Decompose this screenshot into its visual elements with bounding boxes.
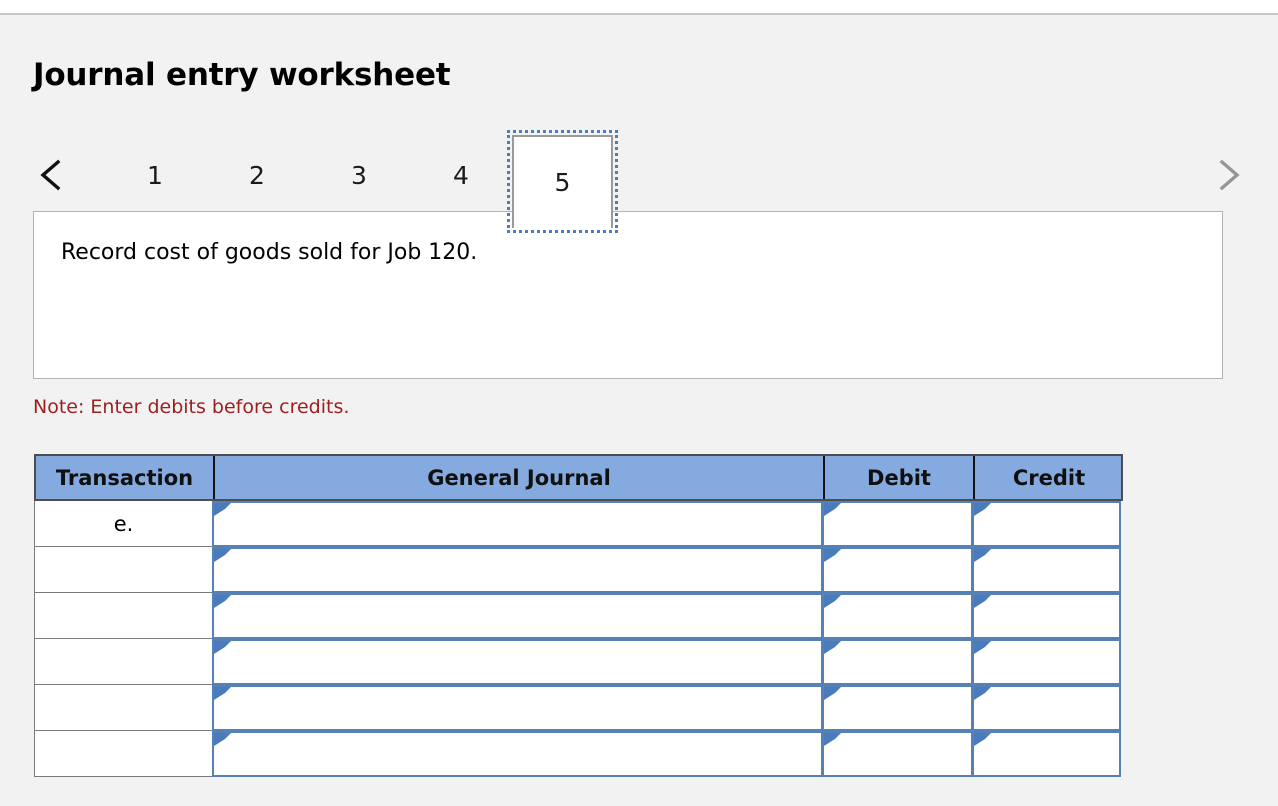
- transaction-label-cell: [34, 593, 213, 639]
- debit-input-row-4[interactable]: [822, 639, 973, 685]
- debit-input-row-2[interactable]: [822, 547, 973, 593]
- credit-input-row-4[interactable]: [972, 639, 1121, 685]
- chevron-right-icon: [1213, 157, 1243, 193]
- tab-5[interactable]: 5: [507, 130, 618, 233]
- tab-label: 2: [249, 160, 265, 190]
- debits-before-credits-note: Note: Enter debits before credits.: [33, 396, 350, 418]
- credit-input-row-6[interactable]: [972, 731, 1121, 777]
- account-title-input-row-4[interactable]: [212, 639, 823, 685]
- table-row: [34, 593, 1123, 639]
- tab-1[interactable]: 1: [121, 147, 189, 203]
- transaction-description-text: Record cost of goods sold for Job 120.: [61, 240, 478, 265]
- transaction-label-cell: [34, 639, 213, 685]
- transaction-description-box: Record cost of goods sold for Job 120.: [33, 211, 1223, 379]
- chevron-left-icon: [36, 157, 66, 193]
- transaction-label-cell: [34, 547, 213, 593]
- credit-input-row-1[interactable]: [972, 501, 1121, 547]
- column-header-label: Debit: [867, 465, 931, 490]
- tab-label: 5: [554, 168, 571, 197]
- column-header-credit: Credit: [975, 456, 1123, 499]
- column-header-general-journal: General Journal: [215, 456, 825, 499]
- transaction-label: e.: [113, 511, 134, 536]
- tab-4[interactable]: 4: [427, 147, 495, 203]
- column-header-label: General Journal: [427, 465, 611, 490]
- table-row: [34, 639, 1123, 685]
- credit-input-row-3[interactable]: [972, 593, 1121, 639]
- account-title-input-row-2[interactable]: [212, 547, 823, 593]
- table-header-row: Transaction General Journal Debit Credit: [34, 454, 1123, 501]
- debit-input-row-1[interactable]: [822, 501, 973, 547]
- next-page-button[interactable]: [1205, 127, 1251, 223]
- journal-entry-table: Transaction General Journal Debit Credit…: [34, 454, 1123, 777]
- transaction-label-cell: [34, 731, 213, 777]
- table-row: e.: [34, 501, 1123, 547]
- tab-label: 1: [147, 160, 163, 190]
- account-title-input-row-3[interactable]: [212, 593, 823, 639]
- column-header-label: Credit: [1012, 465, 1086, 490]
- table-row: [34, 685, 1123, 731]
- page-title: Journal entry worksheet: [33, 57, 451, 93]
- credit-input-row-2[interactable]: [972, 547, 1121, 593]
- journal-entry-worksheet-page: Journal entry worksheet 1 2 3 4 5 Record…: [0, 0, 1278, 806]
- tab-label: 3: [351, 160, 367, 190]
- tab-3[interactable]: 3: [325, 147, 393, 203]
- column-header-transaction: Transaction: [36, 456, 215, 499]
- page-body: Journal entry worksheet 1 2 3 4 5 Record…: [0, 15, 1278, 806]
- tab-2[interactable]: 2: [223, 147, 291, 203]
- debit-input-row-3[interactable]: [822, 593, 973, 639]
- debit-input-row-6[interactable]: [822, 731, 973, 777]
- table-row: [34, 547, 1123, 593]
- column-header-label: Transaction: [55, 465, 194, 490]
- table-row: [34, 731, 1123, 777]
- transaction-label-cell: [34, 685, 213, 731]
- credit-input-row-5[interactable]: [972, 685, 1121, 731]
- transaction-label-cell: e.: [34, 501, 213, 547]
- account-title-input-row-5[interactable]: [212, 685, 823, 731]
- tab-label: 4: [453, 160, 469, 190]
- account-title-input-row-6[interactable]: [212, 731, 823, 777]
- prev-page-button[interactable]: [28, 127, 74, 223]
- column-header-debit: Debit: [825, 456, 975, 499]
- debit-input-row-5[interactable]: [822, 685, 973, 731]
- account-title-input-row-1[interactable]: [212, 501, 823, 547]
